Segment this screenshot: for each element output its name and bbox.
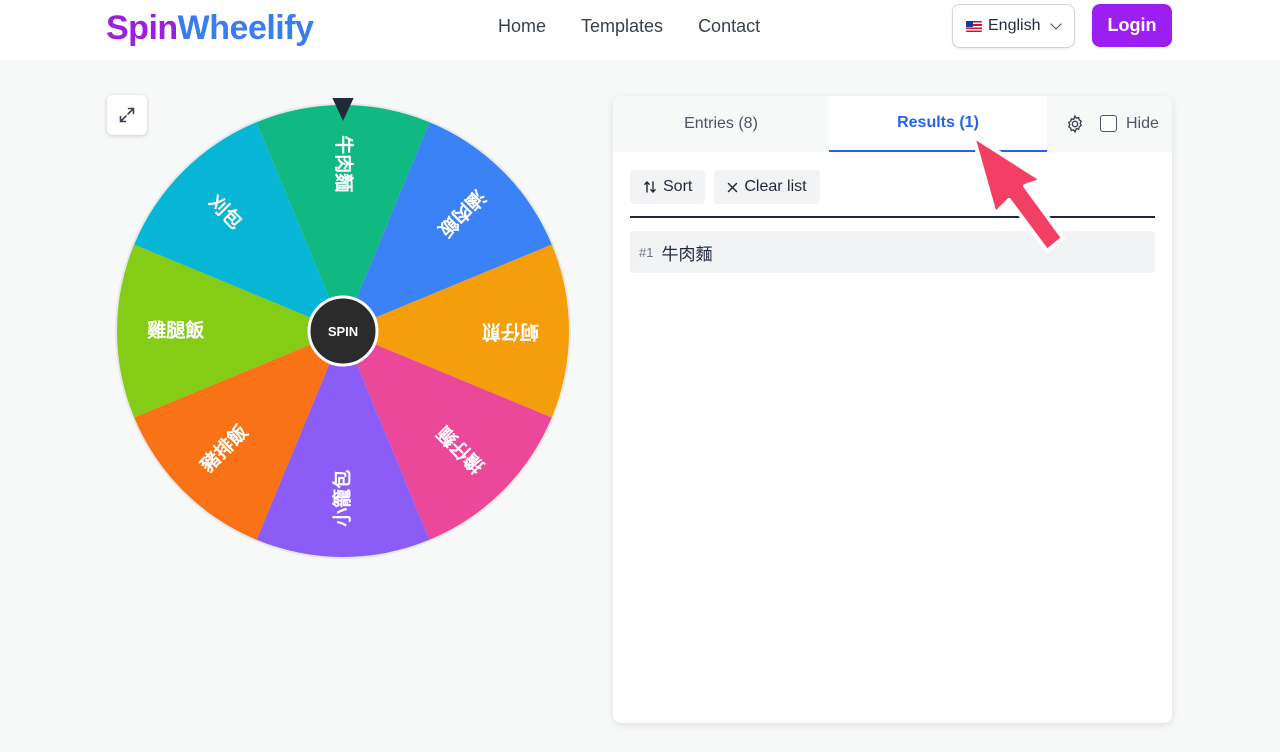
clear-list-button[interactable]: Clear list bbox=[714, 170, 820, 204]
tab-entries[interactable]: Entries (8) bbox=[613, 96, 829, 152]
main-nav: Home Templates Contact bbox=[498, 16, 760, 36]
nav-contact-link[interactable]: Contact bbox=[698, 16, 760, 36]
wheel-segment-label: 牛肉麵 bbox=[333, 135, 356, 192]
nav-home-link[interactable]: Home bbox=[498, 16, 546, 36]
logo-text-wheelify: Wheelify bbox=[177, 9, 314, 47]
logo-text-spin: Spin bbox=[106, 9, 178, 47]
login-button[interactable]: Login bbox=[1092, 4, 1172, 47]
spin-wheel[interactable]: 牛肉麵 滷肉飯 蚵仔煎 擔仔麵 小籠包 豬排飯 雞腿飯 刈包 SPIN bbox=[114, 98, 572, 560]
sort-button[interactable]: Sort bbox=[630, 170, 706, 204]
close-icon bbox=[728, 182, 738, 192]
spin-button-label: SPIN bbox=[328, 324, 358, 339]
app-logo[interactable]: SpinWheelify bbox=[106, 6, 314, 50]
hide-checkbox[interactable] bbox=[1100, 115, 1117, 132]
wheel-segment-label: 雞腿飯 bbox=[146, 319, 204, 342]
sort-icon bbox=[644, 181, 656, 193]
nav-templates-link[interactable]: Templates bbox=[581, 16, 663, 36]
us-flag-icon bbox=[966, 20, 982, 32]
wheel-graphic: 牛肉麵滷肉飯蚵仔煎擔仔麵小籠包豬排飯雞腿飯刈包 SPIN bbox=[115, 98, 571, 559]
result-text: 牛肉麵 bbox=[661, 244, 713, 264]
results-divider bbox=[630, 216, 1155, 218]
results-toolbar: Sort Clear list bbox=[630, 170, 820, 204]
hide-label: Hide bbox=[1126, 115, 1159, 132]
gear-icon[interactable] bbox=[1065, 114, 1085, 134]
result-rank: #1 bbox=[639, 244, 654, 260]
language-select[interactable]: English bbox=[952, 4, 1075, 48]
annotation-arrow-icon bbox=[971, 134, 1065, 253]
entries-panel: Entries (8) Results (1) Hide Sort Clear … bbox=[613, 96, 1172, 723]
wheel-segment-label: 蚵仔煎 bbox=[482, 321, 539, 344]
top-header: SpinWheelify Home Templates Contact Engl… bbox=[0, 0, 1280, 60]
result-item: #1 牛肉麵 bbox=[630, 231, 1155, 273]
chevron-down-icon bbox=[1050, 18, 1063, 30]
language-label: English bbox=[988, 17, 1041, 34]
wheel-segment-label: 小籠包 bbox=[331, 470, 354, 527]
panel-tabs: Entries (8) Results (1) Hide bbox=[613, 96, 1172, 152]
sort-label: Sort bbox=[663, 178, 693, 195]
clear-list-label: Clear list bbox=[744, 178, 807, 195]
